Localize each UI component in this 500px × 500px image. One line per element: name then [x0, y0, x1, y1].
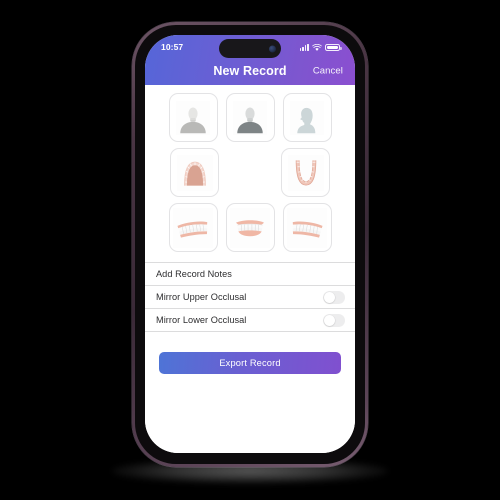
- upper-occlusal-tile[interactable]: [170, 148, 219, 197]
- mirror-upper-occlusal-label: Mirror Upper Occlusal: [156, 292, 247, 302]
- wifi-icon: [312, 43, 322, 51]
- status-time: 10:57: [161, 42, 184, 53]
- mirror-upper-occlusal-row[interactable]: Mirror Upper Occlusal: [145, 286, 355, 309]
- add-record-notes-label: Add Record Notes: [156, 269, 232, 279]
- cancel-button[interactable]: Cancel: [313, 66, 343, 77]
- teeth-left-buccal-icon: [287, 207, 327, 248]
- photo-tile-grid: [145, 85, 355, 258]
- dynamic-island: [219, 39, 281, 58]
- battery-icon: [325, 43, 342, 52]
- mirror-upper-occlusal-toggle[interactable]: [323, 290, 345, 304]
- navigation-bar: 10:57 New Record Cancel: [145, 35, 355, 85]
- export-section: Export Record: [145, 332, 355, 374]
- face-frontal-rest-tile[interactable]: [168, 93, 218, 142]
- phone-screen: 10:57 New Record Cancel Add Record Notes…: [145, 35, 355, 453]
- face-frontal-dark-icon: [233, 100, 267, 135]
- cellular-signal-icon: [299, 44, 309, 51]
- toggle-knob: [324, 291, 335, 303]
- export-record-button[interactable]: Export Record: [159, 352, 341, 374]
- lower-occlusal-tile[interactable]: [281, 148, 330, 197]
- face-profile-tile[interactable]: [282, 93, 332, 142]
- record-options-list: Add Record Notes Mirror Upper Occlusal M…: [145, 262, 355, 332]
- mirror-lower-occlusal-toggle[interactable]: [323, 313, 345, 327]
- upper-occlusal-arch-icon: [176, 154, 213, 191]
- add-record-notes-row[interactable]: Add Record Notes: [145, 263, 355, 286]
- occlusal-photos-row: [159, 148, 341, 197]
- teeth-right-buccal-icon: [173, 207, 213, 248]
- status-indicators: [299, 43, 342, 52]
- mirror-lower-occlusal-label: Mirror Lower Occlusal: [156, 315, 247, 325]
- extraoral-photos-row: [159, 93, 341, 142]
- front-camera-icon: [269, 45, 276, 52]
- left-buccal-tile[interactable]: [282, 203, 332, 252]
- face-frontal-icon: [176, 100, 210, 135]
- teeth-frontal-icon: [230, 207, 270, 248]
- face-frontal-smile-tile[interactable]: [225, 93, 275, 142]
- mirror-lower-occlusal-row[interactable]: Mirror Lower Occlusal: [145, 309, 355, 332]
- toggle-knob: [324, 314, 335, 326]
- record-content: Add Record Notes Mirror Upper Occlusal M…: [145, 85, 355, 453]
- phone-device-frame: 10:57 New Record Cancel Add Record Notes…: [132, 22, 368, 467]
- lower-occlusal-arch-icon: [287, 154, 324, 191]
- screenshot-stage: 10:57 New Record Cancel Add Record Notes…: [0, 0, 500, 500]
- face-profile-icon: [290, 100, 324, 135]
- right-buccal-tile[interactable]: [168, 203, 218, 252]
- navigation-title-row: New Record Cancel: [145, 57, 355, 85]
- intraoral-photos-row: [159, 203, 341, 252]
- frontal-bite-tile[interactable]: [225, 203, 275, 252]
- page-title: New Record: [213, 64, 287, 78]
- phone-bezel: 10:57 New Record Cancel Add Record Notes…: [135, 25, 365, 464]
